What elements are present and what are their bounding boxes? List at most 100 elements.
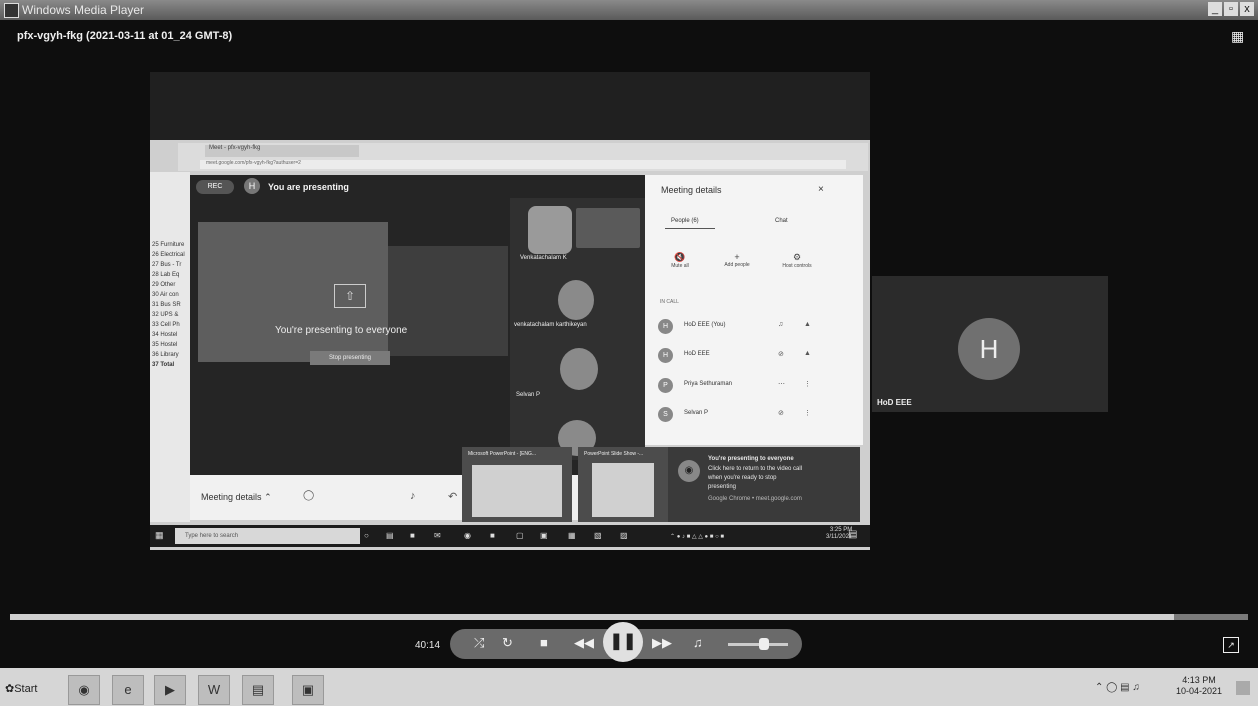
mic-off-icon[interactable]: ⊘ <box>778 409 784 417</box>
presenting-label: You are presenting <box>268 182 349 192</box>
start-button[interactable]: ✿Start <box>5 682 37 695</box>
app-icon: ■ <box>490 531 495 540</box>
notification-line: presenting <box>708 484 737 490</box>
notification-line: when you're ready to stop <box>708 475 777 481</box>
close-button[interactable]: x <box>1240 2 1254 16</box>
browser-tab: Meet - pfx-vgyh-fkg <box>205 145 359 157</box>
maximize-button[interactable]: ▫ <box>1224 2 1238 16</box>
previous-icon[interactable]: ◀◀ <box>574 635 594 651</box>
participant-name: HoD EEE <box>877 398 912 407</box>
system-tray: ⌃ ◯ ▤ ♫ <box>1095 682 1140 693</box>
participant-video <box>560 348 598 390</box>
preview-title: Microsoft PowerPoint - [ENG... <box>468 451 537 457</box>
person-name: HoD EEE <box>684 351 710 357</box>
host-controls-button[interactable]: ⚙ Host controls <box>772 252 822 269</box>
excel-row: 27 Bus - Tr <box>152 262 182 268</box>
shield-icon[interactable]: ◯ <box>303 490 314 501</box>
window-title-bar: Windows Media Player _ ▫ x <box>0 0 1258 20</box>
stop-presenting-button[interactable]: Stop presenting <box>310 351 390 365</box>
word-icon[interactable]: W <box>198 675 230 705</box>
windows-logo-icon: ✿ <box>5 683 15 695</box>
meeting-details-panel <box>645 175 863 445</box>
tab-chat[interactable]: Chat <box>775 218 788 224</box>
action-label: Mute all <box>671 263 689 269</box>
excel-window-strip: 25 Furniture 26 Electrical 27 Bus - Tr 2… <box>150 172 190 522</box>
excel-row: 26 Electrical <box>152 252 185 258</box>
action-label: Add people <box>724 262 750 268</box>
notification-title: You're presenting to everyone <box>708 456 794 462</box>
tab-people[interactable]: People (6) <box>671 218 699 224</box>
list-item[interactable]: H HoD EEE ⊘ ▲ <box>658 348 858 364</box>
avatar: H <box>244 178 260 194</box>
volume-slider[interactable] <box>728 643 788 646</box>
kebab-menu-icon[interactable]: ⋮ <box>804 409 811 417</box>
notifications-icon: ▤ <box>848 529 858 540</box>
pin-icon[interactable]: ▲ <box>804 321 811 328</box>
os-clock[interactable]: 4:13 PM 10-04-2021 <box>1176 675 1222 697</box>
excel-row: 36 Library <box>152 352 179 358</box>
next-icon[interactable]: ▶▶ <box>652 635 672 651</box>
avatar: S <box>658 407 673 422</box>
list-item[interactable]: P Priya Sethuraman ⋯ ⋮ <box>658 378 858 394</box>
pause-button[interactable]: ❚❚ <box>603 622 643 662</box>
system-tray-icons: ⌃ ● ♪ ■ △ △ ● ■ ○ ■ <box>670 534 725 540</box>
chevron-up-icon: ⌃ <box>264 492 272 502</box>
meeting-details-button[interactable]: Meeting details ⌃ <box>201 492 272 503</box>
notification-line: Click here to return to the video call <box>708 466 803 472</box>
participant-video <box>558 280 594 320</box>
internet-explorer-icon[interactable]: e <box>112 675 144 705</box>
avatar: P <box>658 378 673 393</box>
switch-to-library-icon[interactable]: ▦ <box>1231 28 1247 44</box>
explorer-icon: ■ <box>410 531 415 540</box>
present-screen-icon: ⇧ <box>334 284 366 308</box>
mic-off-icon[interactable]: ⊘ <box>778 350 784 358</box>
minimize-button[interactable]: _ <box>1208 2 1222 16</box>
preview-thumbnail <box>592 463 654 517</box>
shared-window-preview-back <box>388 246 508 356</box>
kebab-menu-icon[interactable]: ⋮ <box>804 380 811 388</box>
add-people-button[interactable]: + Add people <box>712 252 762 268</box>
chrome-icon[interactable]: ◉ <box>68 675 100 705</box>
switch-to-library-button[interactable]: ↗ <box>1223 637 1239 653</box>
avatar: H <box>658 319 673 334</box>
excel-row: 25 Furniture <box>152 242 185 248</box>
volume-slider-handle[interactable] <box>759 638 769 650</box>
app-icon[interactable]: ▣ <box>292 675 324 705</box>
taskbar-preview-powerpoint[interactable]: Microsoft PowerPoint - [ENG... <box>462 447 572 522</box>
recording-badge: REC <box>196 180 234 194</box>
mic-icon[interactable]: ♫ <box>778 321 783 328</box>
action-label: Host controls <box>782 263 812 269</box>
person-name: Selvan P <box>684 410 709 416</box>
mute-icon: 🔇 <box>674 252 686 262</box>
chrome-icon: ◉ <box>678 460 700 482</box>
os-taskbar <box>0 668 1258 706</box>
panel-title: Meeting details <box>661 185 722 195</box>
person-name: Priya Sethuraman <box>684 381 733 387</box>
media-player-icon[interactable]: ▶ <box>154 675 186 705</box>
excel-row: 34 Hostel <box>152 332 178 338</box>
more-icon[interactable]: ⋯ <box>778 380 785 388</box>
folder-icon[interactable]: ▤ <box>242 675 274 705</box>
clock-time: 4:13 PM <box>1182 675 1216 685</box>
list-item[interactable]: S Selvan P ⊘ ⋮ <box>658 407 858 423</box>
notification-source: Google Chrome • meet.google.com <box>708 496 802 502</box>
media-title: pfx-vgyh-fkg (2021-03-11 at 01_24 GMT-8) <box>17 30 233 42</box>
mute-all-button[interactable]: 🔇 Mute all <box>655 252 705 269</box>
pin-icon[interactable]: ▲ <box>804 350 811 357</box>
show-desktop-button[interactable] <box>1236 681 1250 695</box>
shuffle-icon[interactable]: ⤮ <box>474 635 484 651</box>
excel-row: 28 Lab Eq <box>152 272 180 278</box>
mic-icon[interactable]: ♪ <box>410 490 416 502</box>
list-item[interactable]: H HoD EEE (You) ♫ ▲ <box>658 319 858 335</box>
taskbar-preview-slideshow[interactable]: PowerPoint Slide Show -... <box>578 447 668 522</box>
hang-up-icon[interactable]: ↶ <box>448 490 457 503</box>
person-name: HoD EEE (You) <box>684 322 726 328</box>
close-icon[interactable]: × <box>818 184 824 195</box>
volume-icon[interactable]: ♫ <box>693 635 703 650</box>
stop-icon[interactable]: ■ <box>540 635 548 650</box>
excel-row: 32 UPS & <box>152 312 179 318</box>
participant-name: Selvan P <box>516 392 541 398</box>
repeat-icon[interactable]: ↻ <box>502 635 513 651</box>
avatar: H <box>658 348 673 363</box>
excel-icon: ▦ <box>568 531 576 540</box>
